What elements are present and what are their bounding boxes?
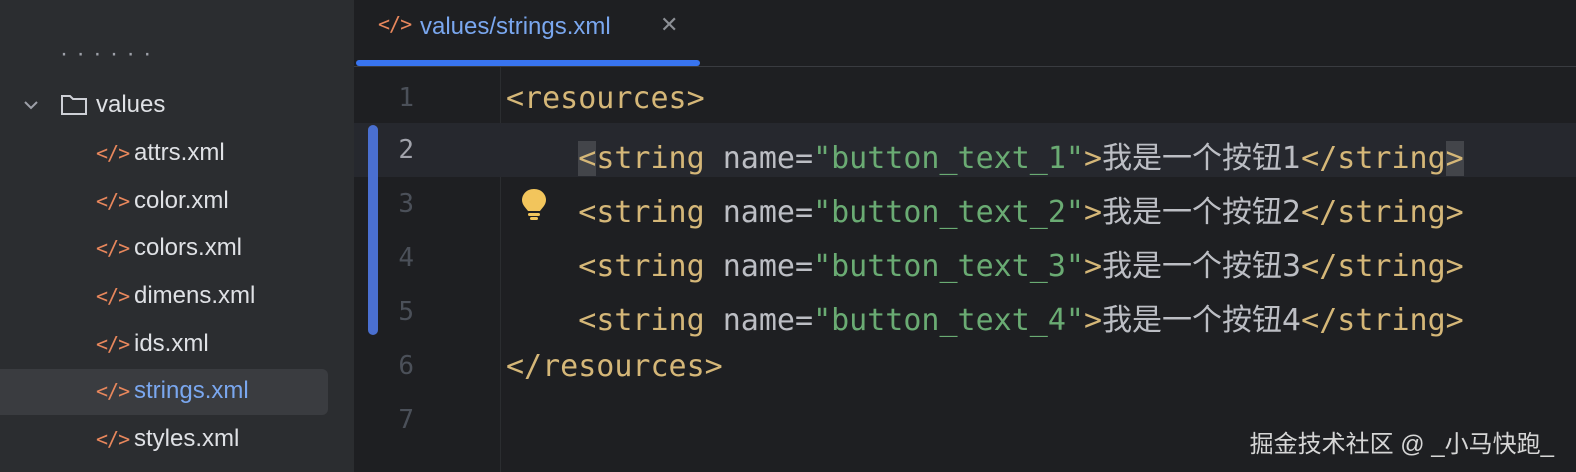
file-label: styles.xml [134, 425, 240, 452]
xml-text-content: 我是一个按钮1 [1102, 141, 1302, 176]
tree-file-colors[interactable]: </> colors.xml [0, 225, 354, 271]
file-label: color.xml [134, 187, 229, 214]
tree-file-dimens[interactable]: </> dimens.xml [0, 273, 354, 319]
xml-equals: = [795, 195, 814, 230]
xml-file-icon: </> [378, 12, 412, 36]
code-line-2[interactable]: 2 <string name="button_text_1">我是一个按钮1</… [354, 123, 1576, 177]
xml-tag-end: > [1445, 249, 1464, 284]
code-line-6[interactable]: 6 </resources> [354, 339, 1576, 393]
xml-file-icon: </> [96, 284, 130, 308]
tree-file-attrs[interactable]: </> attrs.xml [0, 130, 354, 176]
tree-file-color[interactable]: </> color.xml [0, 178, 354, 224]
xml-tag-start: < [578, 303, 597, 338]
active-tab-indicator [356, 60, 700, 66]
xml-attribute-value: "button_text_2" [813, 195, 1084, 230]
tree-file-strings[interactable]: </> strings.xml [0, 368, 354, 415]
file-label: ids.xml [134, 330, 209, 357]
code-line-1[interactable]: 1 <resources> [354, 71, 1576, 125]
file-label: strings.xml [134, 377, 249, 404]
chevron-down-icon[interactable] [22, 96, 40, 114]
xml-attribute-value: "button_text_3" [813, 249, 1084, 284]
xml-tag-name: string [596, 141, 705, 176]
truncated-tree-row: · · · · · · [60, 52, 153, 66]
xml-tag-start: < [578, 195, 597, 230]
xml-file-icon: </> [96, 379, 130, 403]
xml-attribute: name [704, 249, 795, 284]
xml-tag-name: string [596, 195, 705, 230]
file-label: attrs.xml [134, 139, 225, 166]
editor-tab-bar: </> values/strings.xml ✕ [354, 0, 1576, 67]
xml-equals: = [795, 141, 814, 176]
line-number: 7 [398, 405, 414, 435]
xml-close-tag: </string [1301, 195, 1446, 230]
line-number: 6 [398, 351, 414, 381]
folder-label: values [96, 91, 166, 118]
vcs-change-marker[interactable] [368, 125, 378, 335]
line-number: 5 [398, 297, 414, 327]
xml-text-content: 我是一个按钮4 [1102, 303, 1302, 338]
file-label: dimens.xml [134, 282, 256, 309]
xml-file-icon: </> [96, 427, 130, 451]
xml-tag-name: string [596, 249, 705, 284]
xml-attribute: name [704, 141, 795, 176]
xml-close-tag: </string [1301, 249, 1446, 284]
project-sidebar: · · · · · · values </> attrs.xml </> col… [0, 0, 354, 472]
tab-strings-xml[interactable]: </> values/strings.xml ✕ [354, 0, 700, 66]
line-number: 3 [398, 189, 414, 219]
line-number: 1 [398, 83, 414, 113]
xml-close-tag: </string [1301, 303, 1446, 338]
xml-tag-name: string [596, 303, 705, 338]
xml-file-icon: </> [96, 236, 130, 260]
xml-equals: = [795, 249, 814, 284]
line-number: 2 [398, 135, 414, 165]
code-line-4[interactable]: 4 <string name="button_text_3">我是一个按钮3</… [354, 231, 1576, 285]
matched-bracket: > [1445, 141, 1464, 176]
xml-tag-end: > [1445, 303, 1464, 338]
xml-file-icon: </> [96, 141, 130, 165]
xml-tag-end: > [1084, 141, 1103, 176]
xml-tag-start: < [578, 249, 597, 284]
xml-text-content: 我是一个按钮3 [1102, 249, 1302, 284]
xml-attribute-value: "button_text_1" [813, 141, 1084, 176]
code-editor[interactable]: 1 <resources> 2 <string name="button_tex… [354, 67, 1576, 472]
xml-attribute-value: "button_text_4" [813, 303, 1084, 338]
line-number: 4 [398, 243, 414, 273]
xml-file-icon: </> [96, 332, 130, 356]
tree-folder-values[interactable]: values [0, 82, 354, 128]
xml-tag-end: > [1445, 195, 1464, 230]
xml-close-tag: </resources> [506, 349, 723, 384]
xml-text-content: 我是一个按钮2 [1102, 195, 1302, 230]
tab-label: values/strings.xml [420, 13, 611, 40]
xml-equals: = [795, 303, 814, 338]
xml-tag-end: > [1084, 249, 1103, 284]
close-tab-icon[interactable]: ✕ [660, 12, 678, 38]
lightbulb-icon[interactable] [520, 187, 548, 221]
xml-attribute: name [704, 195, 795, 230]
xml-tag-end: > [1084, 303, 1103, 338]
xml-tag-end: > [1084, 195, 1103, 230]
folder-icon [61, 95, 87, 115]
matched-bracket: < [578, 141, 597, 176]
code-line-5[interactable]: 5 <string name="button_text_4">我是一个按钮4</… [354, 285, 1576, 339]
xml-open-tag: <resources> [506, 81, 705, 116]
tree-file-ids[interactable]: </> ids.xml [0, 321, 354, 367]
xml-file-icon: </> [96, 189, 130, 213]
tree-file-styles[interactable]: </> styles.xml [0, 416, 354, 462]
xml-attribute: name [704, 303, 795, 338]
watermark-text: 掘金技术社区 @ _小马快跑_ [1249, 431, 1554, 458]
file-label: colors.xml [134, 234, 243, 261]
xml-close-tag: </string [1301, 141, 1446, 176]
